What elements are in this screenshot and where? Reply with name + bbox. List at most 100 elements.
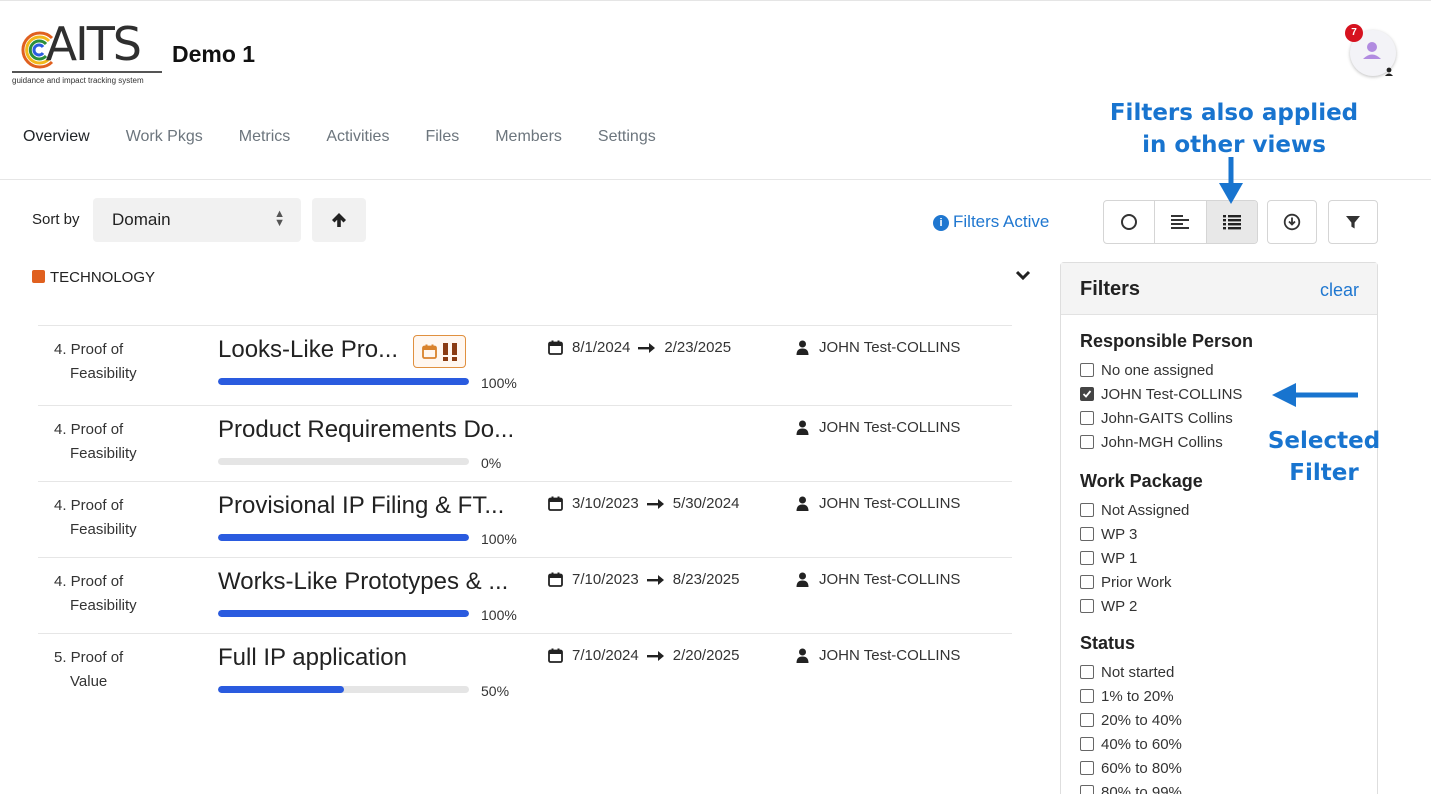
filter-checkbox[interactable] [1080,435,1094,449]
row-title[interactable]: Provisional IP Filing & FT... [218,492,504,520]
tab-members[interactable]: Members [495,128,562,146]
filter-checkbox[interactable] [1080,785,1094,794]
row-progress-bar [218,378,469,385]
filter-checkbox[interactable] [1080,527,1094,541]
annotation-selected-note: Selected Filter [1263,425,1385,489]
filter-checkbox[interactable] [1080,599,1094,613]
calendar-icon [548,340,563,355]
filter-option[interactable]: 80% to 99% [1080,780,1182,794]
tab-settings[interactable]: Settings [598,128,656,146]
activity-row[interactable]: 4. Proof of Feasibility Product Requiremen… [38,405,1012,481]
filter-checkbox[interactable] [1080,503,1094,517]
tab-activities[interactable]: Activities [326,128,389,146]
download-circle-icon [1283,213,1301,231]
clear-filters-link[interactable]: clear [1320,280,1359,301]
gaits-logo[interactable]: GAITS guidance and impact tracking syste… [12,20,164,88]
row-phase-line1: 4. Proof of [54,573,124,590]
tab-work-pkgs[interactable]: Work Pkgs [126,128,203,146]
download-button[interactable] [1267,200,1317,244]
row-phase-line2: Feasibility [70,597,137,614]
filter-option-label: No one assigned [1101,361,1214,379]
activity-row[interactable]: 5. Proof of Value Full IP application 50% 7/… [38,633,1012,709]
row-title[interactable]: Product Requirements Do... [218,416,514,444]
row-person-name: JOHN Test-COLLINS [819,419,961,436]
filter-option[interactable]: JOHN Test-COLLINS [1080,382,1253,406]
filter-checkbox[interactable] [1080,575,1094,589]
activity-row[interactable]: 4. Proof of Feasibility Provisional IP Fil… [38,481,1012,557]
filter-option[interactable]: WP 1 [1080,546,1203,570]
filter-option[interactable]: Not Assigned [1080,498,1203,522]
circle-icon [1121,214,1138,230]
row-progress-bar [218,686,469,693]
filter-option-label: Not Assigned [1101,501,1190,519]
row-person-name: JOHN Test-COLLINS [819,339,961,356]
filter-option[interactable]: John-GAITS Collins [1080,406,1253,430]
row-progress-bar [218,534,469,541]
filter-group-work-package: Work Package Not Assigned WP 3 WP 1 Prior Wo… [1080,471,1203,618]
row-phase-line1: 4. Proof of [54,421,124,438]
calendar-icon [548,648,563,663]
view-gantt-button[interactable] [1155,201,1207,243]
filter-checkbox[interactable] [1080,713,1094,727]
filter-option[interactable]: 1% to 20% [1080,684,1182,708]
filter-checkbox[interactable] [1080,551,1094,565]
filter-option-label: 80% to 99% [1101,783,1182,794]
filter-option[interactable]: Not started [1080,660,1182,684]
filter-option[interactable]: 40% to 60% [1080,732,1182,756]
row-phase-line1: 4. Proof of [54,497,124,514]
row-person: JOHN Test-COLLINS [796,571,960,588]
double-exclamation-icon [442,342,457,361]
align-left-icon [1171,215,1190,229]
annotation-views-line1: Filters also applied [1109,100,1359,126]
filter-checkbox[interactable] [1080,665,1094,679]
view-circle-button[interactable] [1104,201,1156,243]
activity-row[interactable]: 4. Proof of Feasibility Works-Like Prototy… [38,557,1012,633]
sort-label: Sort by [32,211,80,228]
filter-option[interactable]: Prior Work [1080,570,1203,594]
row-progress-fill [218,378,469,385]
row-title[interactable]: Works-Like Prototypes & ... [218,568,508,596]
calendar-icon [548,496,563,511]
filter-button[interactable] [1328,200,1378,244]
filters-panel: Filters clear Responsible Person No one a… [1060,262,1378,794]
filter-option[interactable]: WP 2 [1080,594,1203,618]
tab-metrics[interactable]: Metrics [239,128,291,146]
tab-overview[interactable]: Overview [23,128,90,146]
filter-option-label: 20% to 40% [1101,711,1182,729]
row-phase: 5. Proof of Value [54,646,194,694]
filters-active-indicator[interactable]: i Filters Active [933,212,1049,232]
tab-files[interactable]: Files [425,128,459,146]
filter-checkbox[interactable] [1080,689,1094,703]
filter-checkbox[interactable] [1080,363,1094,377]
annotation-selected-line2: Filter [1289,460,1359,486]
filter-option[interactable]: 60% to 80% [1080,756,1182,780]
annotation-views-note: Filters also applied in other views [1103,97,1365,161]
list-icon [1222,215,1241,230]
logo-underline [12,71,162,73]
row-progress-label: 100% [481,375,517,391]
row-title[interactable]: Full IP application [218,644,407,672]
filter-checkbox[interactable] [1080,411,1094,425]
arrow-right-icon [646,574,664,585]
view-list-button[interactable] [1206,201,1257,243]
row-start-date: 7/10/2024 [572,647,639,664]
filter-checkbox[interactable] [1080,387,1094,401]
collapse-button[interactable] [1014,268,1032,287]
filters-active-label: Filters Active [953,212,1050,231]
top-border [0,0,1431,3]
sort-direction-button[interactable] [312,198,366,242]
filter-option[interactable]: No one assigned [1080,358,1253,382]
row-progress-fill [218,610,469,617]
activity-row[interactable]: 4. Proof of Feasibility Looks-Like Pro... … [38,325,1012,401]
row-title[interactable]: Looks-Like Pro... [218,336,398,364]
filter-option[interactable]: WP 3 [1080,522,1203,546]
filter-option[interactable]: 20% to 40% [1080,708,1182,732]
row-status-icons[interactable] [413,335,466,368]
filter-checkbox[interactable] [1080,737,1094,751]
sort-select[interactable]: Domain ▲ ▼ [93,198,301,242]
project-title: Demo 1 [172,41,256,67]
filter-option[interactable]: John-MGH Collins [1080,430,1253,454]
notification-badge[interactable]: 7 [1345,24,1363,42]
filter-option-label: WP 1 [1101,549,1138,567]
filter-checkbox[interactable] [1080,761,1094,775]
